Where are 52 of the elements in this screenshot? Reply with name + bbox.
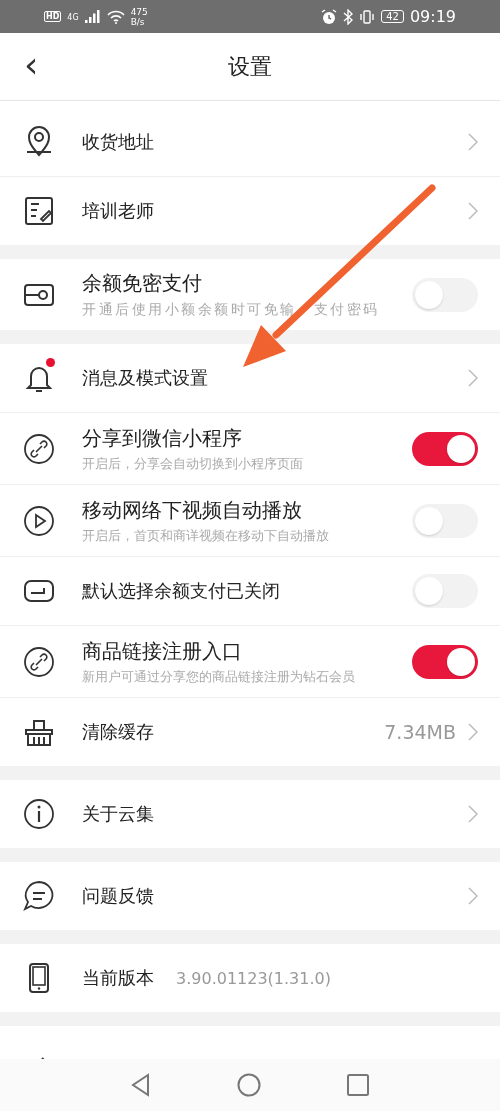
speed-value: 475 — [130, 6, 148, 17]
setting-title: 移动网络下视频自动播放 — [82, 496, 303, 524]
setting-description: 开启后，分享会自动切换到小程序页面 — [82, 455, 304, 473]
toggle-switch[interactable] — [412, 644, 478, 679]
chevron-icon[interactable] — [468, 887, 478, 905]
chevron-icon[interactable] — [468, 202, 478, 220]
setting-description: 开通后使用小额余额时可免输 — [82, 301, 297, 319]
setting-value: 3.90.01123(1.31.0) — [176, 968, 332, 988]
setting-title: 消息及模式设置 — [82, 366, 209, 390]
signal-icon — [84, 10, 101, 23]
wifi-icon — [106, 9, 125, 24]
chevron-icon[interactable] — [468, 805, 478, 823]
setting-title: 关于云集 — [82, 802, 155, 826]
setting-title: 商品链接注册入口 — [82, 637, 243, 665]
id-card-icon — [22, 194, 56, 228]
toggle-switch[interactable] — [412, 277, 478, 312]
play-icon — [22, 503, 56, 538]
chevron-icon[interactable] — [468, 133, 478, 151]
setting-title: 清除缓存 — [82, 720, 155, 744]
alarm-icon — [321, 8, 338, 25]
home-nav-icon[interactable] — [237, 1073, 261, 1097]
page-title: 设置 — [228, 52, 272, 81]
toggle-switch[interactable] — [412, 574, 478, 608]
vibrate-icon — [359, 8, 376, 25]
info-icon — [22, 797, 56, 831]
setting-title: 默认选择余额支付已关闭 — [82, 579, 281, 603]
toggle-switch[interactable] — [412, 431, 478, 466]
back-button[interactable]: ‹ — [24, 47, 39, 83]
bluetooth-icon — [343, 8, 354, 25]
battery-level: 42 — [381, 10, 404, 23]
link-icon — [22, 431, 56, 466]
recents-nav-icon[interactable] — [347, 1074, 369, 1096]
network-type: 4G — [67, 12, 79, 22]
setting-title: 收货地址 — [82, 130, 155, 154]
setting-description: 开启后，首页和商详视频在移动下自动播放 — [82, 527, 330, 545]
setting-title: 问题反馈 — [82, 884, 155, 908]
status-time: 09:19 — [409, 7, 456, 26]
toggle-switch[interactable] — [412, 503, 478, 538]
setting-title: 分享到微信小程序 — [82, 424, 243, 452]
speed-unit: B/s — [130, 16, 146, 27]
chat-bubble-icon — [22, 879, 56, 913]
setting-description: 新用户可通过分享您的商品链接注册为钻石会员 — [82, 668, 356, 686]
setting-value: 7.34MB — [384, 721, 456, 743]
link-icon — [22, 644, 56, 679]
back-nav-icon[interactable] — [131, 1073, 151, 1097]
setting-description: 支付密码 — [313, 301, 380, 319]
chevron-icon[interactable] — [468, 369, 478, 387]
chevron-icon[interactable] — [468, 723, 478, 741]
setting-title: 培训老师 — [82, 199, 155, 223]
hd-indicator: HD — [44, 11, 62, 22]
setting-title: 当前版本 — [82, 966, 154, 990]
setting-title: 余额免密支付 — [82, 270, 203, 297]
